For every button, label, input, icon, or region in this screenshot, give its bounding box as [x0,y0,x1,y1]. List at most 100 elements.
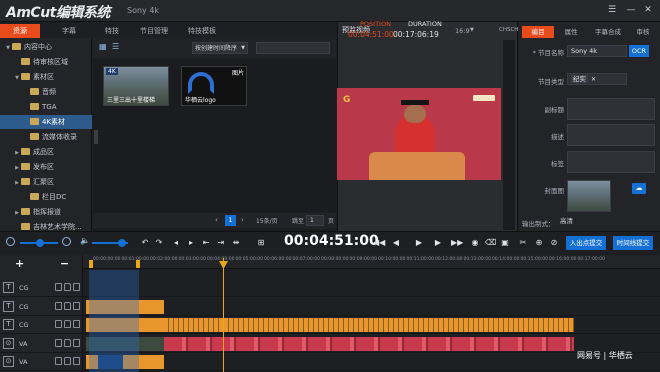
media-item[interactable]: 4K 三里三出十里楼梯 [103,66,169,106]
tab-program-manage[interactable]: 节目管理 [132,24,176,38]
expand-right-icon[interactable]: ▶ [13,206,21,219]
zoom-slider-handle[interactable] [36,239,44,247]
minimize-icon[interactable]: — [625,4,637,16]
title-input[interactable]: Sony 4k [567,45,627,57]
tree-item[interactable]: ▶ 发布区 [0,160,92,174]
redo-icon[interactable]: ↷ [154,237,164,248]
tag-close-icon[interactable]: ✕ [591,76,596,83]
goto-input[interactable]: 1 [306,215,324,226]
cut-icon[interactable]: ✂ [518,237,528,248]
track-props-icon[interactable] [55,338,62,347]
aspect-ratio[interactable]: 16:9 [455,27,470,35]
play-icon[interactable]: ▶ [414,237,424,248]
output-format-select[interactable]: 高清 [560,216,652,227]
mark-out-icon[interactable]: ▸ [186,237,196,248]
track-eye-icon[interactable] [73,357,80,365]
upload-icon[interactable]: ☁ [632,183,646,194]
track-eye-icon[interactable] [73,283,80,291]
tab-catalog[interactable]: 编目 [522,26,554,38]
track-lock-icon[interactable] [64,320,71,328]
description-input[interactable] [567,124,655,146]
track-eye-icon[interactable] [73,301,80,310]
page-current[interactable]: 1 [225,215,236,226]
tab-effects[interactable]: 特技 [96,24,128,38]
tree-item[interactable]: ▶ 成品区 [0,145,92,159]
tree-item[interactable]: 待审核区域 [0,55,92,69]
step-forward-icon[interactable]: ▶ [433,237,443,248]
step-back-icon[interactable]: ◀ [391,237,401,248]
sort-select[interactable]: 按创建时间降序 ▼ [192,42,248,54]
timeline-clip[interactable] [164,336,574,351]
grid-view-icon[interactable]: ▦ [99,43,108,51]
type-select[interactable]: 纪实 ✕ [567,73,627,85]
mark-in-icon[interactable]: ◂ [171,237,181,248]
add-track-icon[interactable]: + [15,257,24,270]
volume-slider-handle[interactable] [118,239,126,247]
tab-effect-template[interactable]: 特技模板 [180,24,224,38]
goto-out-icon[interactable]: ⇥ [216,237,226,248]
goto-in-icon[interactable]: ⇤ [201,237,211,248]
submit-inout-button[interactable]: 入出点提交 [566,236,606,250]
tree-item[interactable]: ▼ 内容中心 [0,40,92,54]
media-item[interactable]: 图片 华栖云logo [181,66,247,106]
rewind-icon[interactable]: ◀◀ [373,237,385,248]
media-search-input[interactable] [256,42,330,54]
snapshot-icon[interactable]: ⊞ [256,237,266,248]
next-page-icon[interactable]: › [241,216,244,224]
undo-icon[interactable]: ↶ [140,237,150,248]
tree-item[interactable]: 4K素材 [0,115,92,129]
track-props-icon[interactable] [55,301,62,310]
overwrite-icon[interactable]: ⊘ [549,237,559,248]
track-lock-icon[interactable] [64,301,71,310]
submit-timeline-button[interactable]: 时间线提交 [613,236,653,250]
prev-page-icon[interactable]: ‹ [215,216,218,224]
ocr-button[interactable]: OCR [629,45,649,57]
tree-item[interactable]: TGA [0,100,92,114]
track-lock-icon[interactable] [64,338,71,347]
insert-icon[interactable]: ⊕ [534,237,544,248]
delete-icon[interactable]: ⌫ [485,237,496,248]
volume-icon[interactable]: 🔈 [80,236,90,245]
clear-marks-icon[interactable]: ⇹ [231,237,241,248]
tags-input[interactable] [567,151,655,173]
list-view-icon[interactable]: ☰ [112,43,121,51]
track-props-icon[interactable] [55,357,62,365]
expand-right-icon[interactable]: ▶ [13,176,21,189]
inout-selection[interactable] [89,270,139,372]
track-props-icon[interactable] [55,320,62,328]
camera-icon[interactable]: ◉ [470,237,480,248]
render-icon[interactable]: ▣ [500,237,510,248]
tab-attributes[interactable]: 属性 [556,26,586,38]
tree-item[interactable]: 流媒体收录 [0,130,92,144]
track-lock-icon[interactable] [64,283,71,291]
zoom-out-icon[interactable] [6,237,15,246]
expand-down-icon[interactable]: ▼ [4,41,12,54]
tab-review[interactable]: 审核 [628,26,658,38]
tab-subtitle-compose[interactable]: 字幕合成 [590,26,626,38]
per-page-select[interactable]: 15条/页 [256,216,278,225]
timeline-clip[interactable] [164,318,574,332]
tree-item[interactable]: 栏目DC [0,190,92,204]
menu-icon[interactable]: ☰ [606,4,618,16]
expand-right-icon[interactable]: ▶ [13,161,21,174]
close-icon[interactable]: ✕ [642,4,654,16]
track-eye-icon[interactable] [73,320,80,328]
ratio-chevron-icon[interactable]: ▼ [470,27,474,33]
zoom-in-icon[interactable] [62,237,71,246]
remove-track-icon[interactable]: − [60,257,69,270]
collapse-handle[interactable] [94,130,98,144]
tab-resource[interactable]: 资源 [0,24,40,38]
tab-subtitle[interactable]: 字幕 [50,24,88,38]
subtitle-input[interactable] [567,98,655,120]
expand-down-icon[interactable]: ▼ [13,71,21,84]
playhead[interactable] [223,258,224,372]
tree-item[interactable]: ▼ 素材区 [0,70,92,84]
expand-right-icon[interactable]: ▶ [13,146,21,159]
tree-item[interactable]: ▶ 汇聚区 [0,175,92,189]
tree-item[interactable]: 音频 [0,85,92,99]
tree-item[interactable]: ▶ 指挥报道 [0,205,92,219]
track-props-icon[interactable] [55,283,62,291]
fast-forward-icon[interactable]: ▶▶ [451,237,463,248]
track-lock-icon[interactable] [64,357,71,365]
cover-thumbnail[interactable] [567,180,611,212]
